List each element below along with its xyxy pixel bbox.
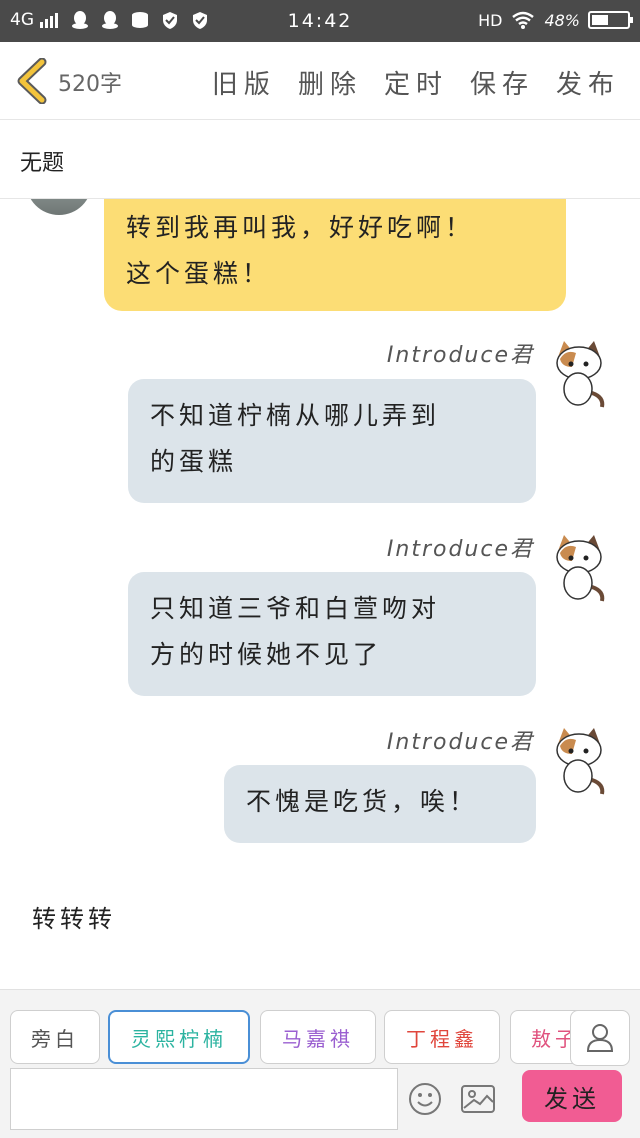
character-chip-selected[interactable]: 灵熙柠楠 [108,1010,250,1064]
message-bubble: 只知道三爷和白萱吻对 方的时候她不见了 [128,572,536,696]
add-character-button[interactable] [570,1010,630,1066]
publish-button[interactable]: 发布 [556,64,620,101]
hd-indicator: HD [478,10,503,30]
title-field[interactable]: 无题 [0,121,640,199]
chip-label: 旁白 [31,1026,79,1051]
back-arrow-icon[interactable] [14,58,50,104]
old-version-button[interactable]: 旧版 [212,64,276,101]
message-line: 只知道三爷和白萱吻对 [150,594,441,623]
message-bubble: 不知道柠楠从哪儿弄到 的蛋糕 [128,379,536,503]
image-icon[interactable] [460,1082,496,1116]
chat-area[interactable]: 转到我再叫我，好好吃啊！ 这个蛋糕！ Introduce君 不知道柠楠从哪儿弄到… [0,199,640,989]
chip-label: 灵熙柠楠 [131,1026,227,1051]
message-input[interactable] [10,1068,398,1130]
message-line: 不知道柠楠从哪儿弄到 [150,401,441,430]
message-line: 方的时候她不见了 [150,640,383,669]
cat-avatar-icon [556,535,605,602]
character-chip[interactable]: 丁程鑫 [384,1010,500,1064]
send-label: 发送 [544,1084,600,1113]
battery-icon [588,11,633,29]
message-line: 转到我再叫我，好好吃啊！ [126,213,475,242]
story-title: 无题 [20,151,65,176]
cat-avatar-icon [556,341,605,408]
emoji-icon[interactable] [408,1082,442,1116]
wifi-icon [512,11,535,29]
editor-header: 520字 旧版 删除 定时 保存 发布 [0,42,640,120]
sender-name: Introduce君 [386,730,534,755]
battery-percent: 48% [544,10,580,30]
composer: 旁白 灵熙柠楠 马嘉祺 丁程鑫 敖子 发送 [0,989,640,1138]
message-line: 不愧是吃货，唉！ [246,787,479,816]
status-bar: 4G 14:42 HD 48% [0,0,640,42]
message-line: 的蛋糕 [150,447,238,476]
send-button[interactable]: 发送 [522,1070,622,1122]
person-icon [586,1024,614,1052]
cat-avatar-icon [556,728,605,795]
sender-name: Introduce君 [386,537,534,562]
message-line: 这个蛋糕！ [126,259,272,288]
schedule-button[interactable]: 定时 [384,64,448,101]
chip-label: 马嘉祺 [282,1026,354,1051]
save-button[interactable]: 保存 [470,64,534,101]
message-bubble: 不愧是吃货，唉！ [224,765,536,843]
character-selector: 旁白 灵熙柠楠 马嘉祺 丁程鑫 敖子 [10,1010,580,1066]
delete-button[interactable]: 删除 [298,64,362,101]
header-actions: 旧版 删除 定时 保存 发布 [212,64,620,101]
word-count: 520字 [58,72,122,97]
message-bubble: 转到我再叫我，好好吃啊！ 这个蛋糕！ [104,199,566,311]
character-chip[interactable]: 马嘉祺 [260,1010,376,1064]
sender-name: Introduce君 [386,343,534,368]
avatar [26,199,92,215]
narration-text: 转转转 [32,905,116,933]
character-chip-narrator[interactable]: 旁白 [10,1010,100,1064]
chip-label: 丁程鑫 [406,1026,478,1051]
